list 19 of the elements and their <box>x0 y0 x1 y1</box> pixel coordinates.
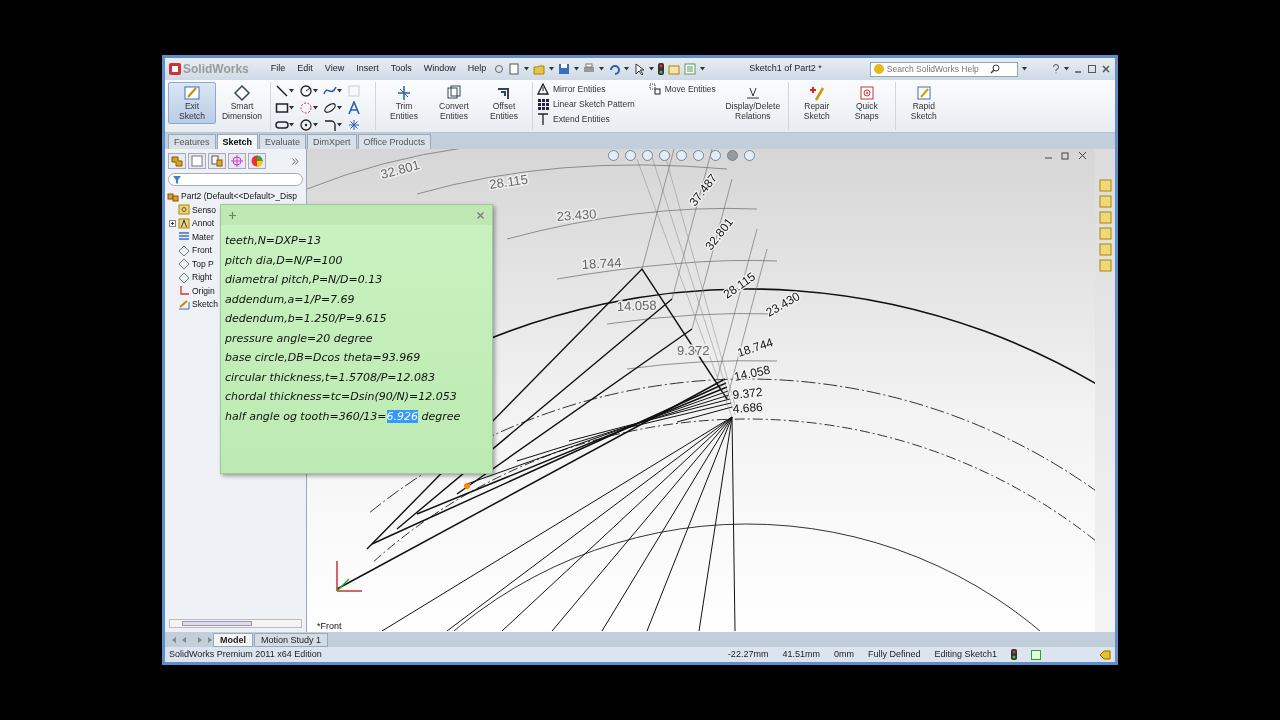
note-line: half angle og tooth=360/13=6.926 degree <box>224 408 462 425</box>
note-line: circular thickness,t=1.5708/P=12.083 <box>224 369 436 386</box>
view-label: *Front <box>317 621 342 631</box>
status-text: 0mm <box>833 647 854 661</box>
note-line: pressure angle=20 degree <box>224 330 374 347</box>
note-line: dedendum,b=1.250/P=9.615 <box>224 311 388 327</box>
status-text: -22.27mm <box>727 647 769 661</box>
note-line: chordal thickness=tc=Dsin(90/N)=12.053 <box>224 389 458 405</box>
app-logo: SolidWorks <box>169 60 249 78</box>
note-line: pitch dia,D=N/P=100 <box>224 252 344 269</box>
note-line: diametral pitch,P=N/D=0.13 <box>224 272 384 288</box>
status-text: Editing Sketch1 <box>934 647 997 661</box>
status-text: 41.51mm <box>782 647 820 661</box>
window-title: Sketch1 of Part2 * <box>749 62 822 76</box>
note-line: addendum,a=1/P=7.69 <box>224 291 356 308</box>
note-line: teeth,N=DXP=13 <box>224 233 322 249</box>
status-text: Fully Defined <box>867 647 921 661</box>
status-text: SolidWorks Premium 2011 x64 Edition <box>169 647 322 661</box>
note-line: base circle,DB=Dcos theta=93.969 <box>224 350 422 366</box>
